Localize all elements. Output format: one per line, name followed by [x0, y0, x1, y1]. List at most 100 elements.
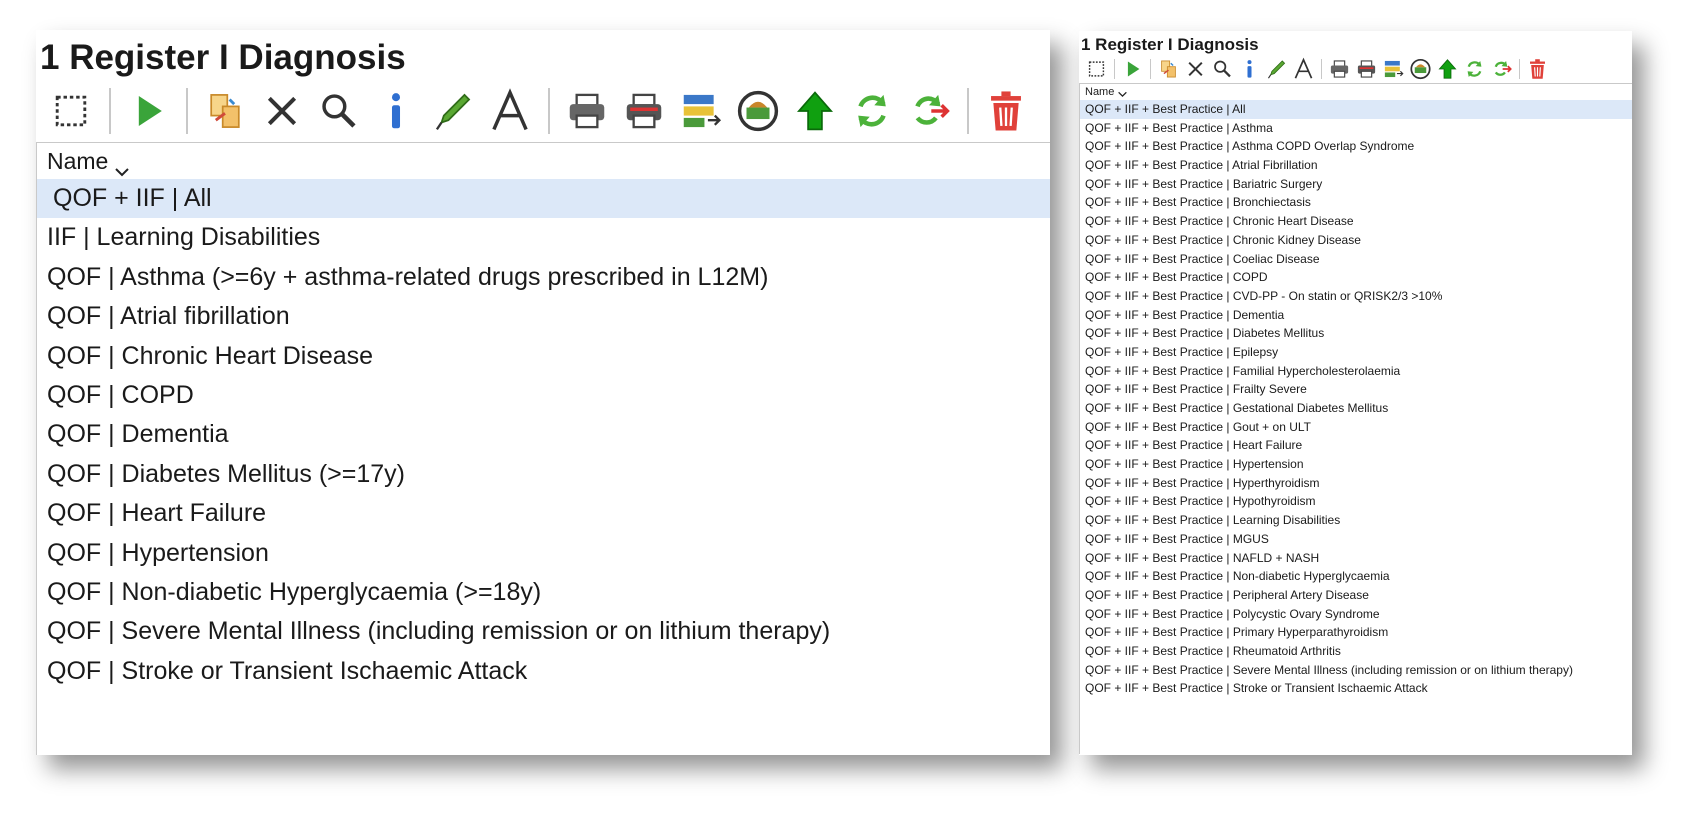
delete-button[interactable]	[259, 85, 305, 137]
select-all-button[interactable]	[48, 85, 94, 137]
trash-button[interactable]	[1526, 57, 1549, 81]
delete-icon	[259, 85, 305, 137]
list-item[interactable]: QOF + IIF + Best Practice | Familial Hyp…	[1080, 362, 1632, 381]
rename-button[interactable]	[1292, 57, 1315, 81]
print-button[interactable]	[1328, 57, 1351, 81]
list-item[interactable]: QOF | Hypertension	[37, 534, 1050, 573]
list-item[interactable]: QOF | Severe Mental Illness (including r…	[37, 612, 1050, 651]
panel-title: 1 Register I Diagnosis	[1081, 35, 1259, 54]
list-item[interactable]: QOF + IIF + Best Practice | Hypothyroidi…	[1080, 492, 1632, 511]
delete-button[interactable]	[1184, 57, 1207, 81]
list-item[interactable]: QOF | Asthma (>=6y + asthma-related drug…	[37, 258, 1050, 297]
edit-button[interactable]	[1265, 57, 1288, 81]
list-item[interactable]: QOF + IIF + Best Practice | Primary Hype…	[1080, 623, 1632, 642]
list-item[interactable]: QOF + IIF + Best Practice | Frailty Seve…	[1080, 380, 1632, 399]
list-item[interactable]: QOF + IIF + Best Practice | NAFLD + NASH	[1080, 549, 1632, 568]
list-item[interactable]: QOF + IIF + Best Practice | Asthma COPD …	[1080, 137, 1632, 156]
list-item[interactable]: QOF + IIF + Best Practice | Peripheral A…	[1080, 586, 1632, 605]
refresh-forward-button[interactable]	[1490, 57, 1513, 81]
list-item[interactable]: QOF + IIF + Best Practice | All	[1080, 100, 1632, 119]
list-item[interactable]: QOF + IIF + Best Practice | Heart Failur…	[1080, 436, 1632, 455]
info-button[interactable]	[1238, 57, 1261, 81]
run-button[interactable]	[125, 85, 171, 137]
refresh-forward-icon	[906, 85, 952, 137]
info-button[interactable]	[373, 85, 419, 137]
move-up-button[interactable]	[1436, 57, 1459, 81]
select-all-button[interactable]	[1085, 57, 1108, 81]
refresh-forward-button[interactable]	[906, 85, 952, 137]
rename-button[interactable]	[487, 85, 533, 137]
search-button[interactable]	[1211, 57, 1234, 81]
batch-button[interactable]	[735, 85, 781, 137]
search-icon	[316, 85, 362, 137]
list-item[interactable]: QOF + IIF + Best Practice | Polycystic O…	[1080, 605, 1632, 624]
list-item[interactable]: QOF | Chronic Heart Disease	[37, 337, 1050, 376]
print-report-button[interactable]	[1355, 57, 1378, 81]
list-item[interactable]: QOF + IIF + Best Practice | Dementia	[1080, 306, 1632, 325]
list-item[interactable]: QOF + IIF + Best Practice | Hyperthyroid…	[1080, 474, 1632, 493]
refresh-icon	[1463, 57, 1486, 81]
print-report-icon	[1355, 57, 1378, 81]
edit-button[interactable]	[430, 85, 476, 137]
list-item[interactable]: QOF | Non-diabetic Hyperglycaemia (>=18y…	[37, 573, 1050, 612]
list-item[interactable]: QOF + IIF + Best Practice | Coeliac Dise…	[1080, 250, 1632, 269]
export-button[interactable]	[678, 85, 724, 137]
select-all-icon	[48, 85, 94, 137]
list-item[interactable]: QOF + IIF + Best Practice | Learning Dis…	[1080, 511, 1632, 530]
copy-button[interactable]	[202, 85, 248, 137]
trash-button[interactable]	[983, 85, 1029, 137]
list-item[interactable]: QOF + IIF + Best Practice | Asthma	[1080, 119, 1632, 138]
move-up-icon	[792, 85, 838, 137]
list-item[interactable]: QOF + IIF + Best Practice | Bronchiectas…	[1080, 193, 1632, 212]
search-button[interactable]	[316, 85, 362, 137]
list-item[interactable]: QOF + IIF | All	[37, 179, 1050, 219]
list-item[interactable]: QOF + IIF + Best Practice | Non-diabetic…	[1080, 567, 1632, 586]
list-item[interactable]: QOF | Heart Failure	[37, 494, 1050, 533]
name-column-header[interactable]: Name	[37, 143, 1050, 179]
refresh-button[interactable]	[849, 85, 895, 137]
chevron-down-icon	[115, 156, 130, 177]
run-button[interactable]	[1121, 57, 1144, 81]
list-item[interactable]: QOF + IIF + Best Practice | Chronic Kidn…	[1080, 231, 1632, 250]
list-item[interactable]: QOF | Dementia	[37, 415, 1050, 454]
list-item[interactable]: QOF + IIF + Best Practice | COPD	[1080, 268, 1632, 287]
rename-icon	[487, 85, 533, 137]
list-item[interactable]: QOF | Stroke or Transient Ischaemic Atta…	[37, 652, 1050, 691]
list-item[interactable]: QOF + IIF + Best Practice | Stroke or Tr…	[1080, 679, 1632, 698]
list-item[interactable]: QOF + IIF + Best Practice | Diabetes Mel…	[1080, 324, 1632, 343]
list-item[interactable]: QOF + IIF + Best Practice | Gestational …	[1080, 399, 1632, 418]
list-item[interactable]: QOF + IIF + Best Practice | CVD-PP - On …	[1080, 287, 1632, 306]
list-item[interactable]: QOF + IIF + Best Practice | Rheumatoid A…	[1080, 642, 1632, 661]
list-item[interactable]: QOF + IIF + Best Practice | Hypertension	[1080, 455, 1632, 474]
export-button[interactable]	[1382, 57, 1405, 81]
list-item[interactable]: QOF + IIF + Best Practice | Chronic Hear…	[1080, 212, 1632, 231]
print-button[interactable]	[564, 85, 610, 137]
list-item[interactable]: QOF + IIF + Best Practice | Atrial Fibri…	[1080, 156, 1632, 175]
move-up-button[interactable]	[792, 85, 838, 137]
name-column-header[interactable]: Name	[1080, 84, 1632, 100]
copy-button[interactable]	[1157, 57, 1180, 81]
export-icon	[1382, 57, 1405, 81]
batch-button[interactable]	[1409, 57, 1432, 81]
list-item[interactable]: QOF | Diabetes Mellitus (>=17y)	[37, 455, 1050, 494]
list-item[interactable]: QOF | COPD	[37, 376, 1050, 415]
rename-icon	[1292, 57, 1315, 81]
list-item[interactable]: QOF + IIF + Best Practice | Epilepsy	[1080, 343, 1632, 362]
list-item[interactable]: QOF + IIF + Best Practice | MGUS	[1080, 530, 1632, 549]
chevron-down-icon	[1118, 89, 1128, 98]
copy-icon	[1157, 57, 1180, 81]
list-item[interactable]: QOF + IIF + Best Practice | Severe Menta…	[1080, 661, 1632, 680]
list-item[interactable]: QOF + IIF + Best Practice | Bariatric Su…	[1080, 175, 1632, 194]
list-item[interactable]: QOF + IIF + Best Practice | Gout + on UL…	[1080, 418, 1632, 437]
export-icon	[678, 85, 724, 137]
refresh-button[interactable]	[1463, 57, 1486, 81]
column-header-label: Name	[1085, 86, 1115, 98]
toolbar-separator	[186, 88, 188, 134]
move-up-icon	[1436, 57, 1459, 81]
panel-title: 1 Register I Diagnosis	[40, 38, 406, 77]
info-icon	[1238, 57, 1261, 81]
list-item[interactable]: IIF | Learning Disabilities	[37, 218, 1050, 257]
list-item[interactable]: QOF | Atrial fibrillation	[37, 297, 1050, 336]
toolbar-separator	[1150, 59, 1151, 79]
print-report-button[interactable]	[621, 85, 667, 137]
